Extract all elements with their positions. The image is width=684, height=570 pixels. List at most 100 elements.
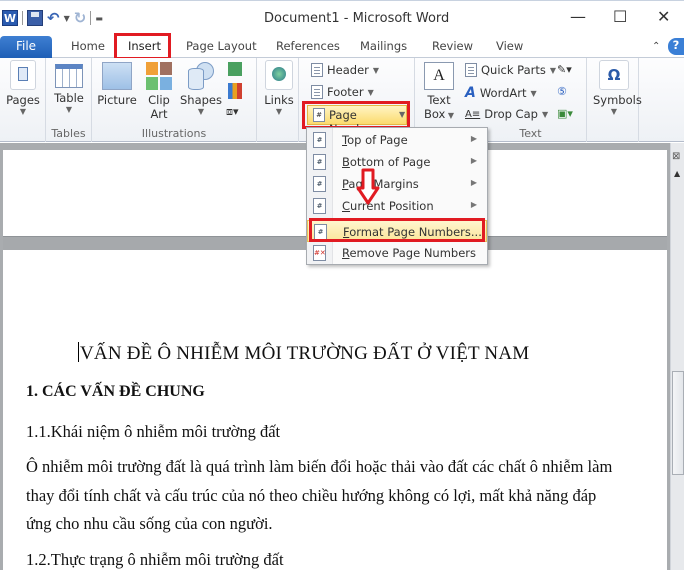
drop-cap-button[interactable]: A≡ Drop Cap ▼ — [465, 107, 548, 121]
tab-file[interactable]: File — [0, 36, 52, 58]
links-button[interactable]: Links ▼ — [261, 60, 297, 116]
chart-icon[interactable] — [228, 83, 242, 99]
clip-art-label-2: Art — [150, 107, 168, 121]
dropdown-arrow-icon: ▼ — [275, 107, 283, 116]
dropdown-arrow-icon: ▼ — [367, 87, 374, 97]
insert-tab-highlight — [114, 33, 171, 60]
menu-item-label: Top of Page — [342, 133, 408, 147]
maximize-button[interactable]: ☐ — [613, 7, 627, 26]
dropdown-arrow-icon: ▼ — [610, 107, 618, 116]
pages-button[interactable]: Pages ▼ — [4, 60, 42, 116]
dropdown-arrow-icon: ▼ — [549, 65, 557, 75]
tab-view[interactable]: View — [496, 39, 523, 53]
symbols-button[interactable]: Ω Symbols ▼ — [593, 60, 642, 116]
pages-label: Pages — [6, 93, 40, 107]
minimize-ribbon-icon[interactable]: ⌃ — [652, 41, 660, 52]
table-label: Table — [54, 91, 84, 105]
menu-item-page-margins[interactable]: # Page Margins ▶ — [307, 173, 487, 195]
menu-item-label: Remove Page Numbers — [342, 246, 477, 260]
menu-item-top-of-page[interactable]: # Top of Page ▶ — [307, 129, 487, 151]
group-label-text: Text — [519, 127, 542, 140]
menu-item-current-position[interactable]: # Current Position ▶ — [307, 195, 487, 217]
pages-icon — [10, 60, 36, 90]
window-title: Document1 - Microsoft Word — [264, 11, 450, 26]
vertical-scrollbar[interactable]: ⊠ ▲ — [670, 143, 684, 570]
object-icon[interactable]: ▣▾ — [557, 107, 573, 120]
customize-qat-icon[interactable]: ▬ — [95, 14, 103, 23]
dropdown-arrow-icon: ▼ — [372, 65, 380, 75]
group-label-tables: Tables — [51, 127, 86, 140]
quick-parts-button[interactable]: Quick Parts ▼ — [465, 63, 556, 77]
tab-review[interactable]: Review — [432, 39, 473, 53]
subheading-1-2: 1.2.Thực trạng ô nhiễm môi trường đất — [26, 550, 284, 569]
save-icon[interactable] — [27, 10, 43, 26]
submenu-arrow-icon: ▶ — [470, 134, 477, 143]
footer-button[interactable]: Footer ▼ — [311, 85, 374, 99]
text-cursor — [78, 342, 79, 362]
close-button[interactable]: ✕ — [657, 7, 670, 26]
wordart-label: WordArt — [479, 86, 527, 100]
undo-icon[interactable]: ↶ — [47, 9, 60, 27]
dropdown-arrow-icon: ▼ — [530, 88, 537, 98]
heading-1: 1. CÁC VẤN ĐỀ CHUNG — [26, 383, 205, 400]
ruler-toggle-icon[interactable]: ⊠ — [672, 151, 680, 162]
group-pages: Pages ▼ — [0, 58, 46, 142]
header-label: Header — [327, 63, 369, 77]
text-box-icon: A — [424, 62, 454, 90]
text-box-label-1: Text — [427, 93, 451, 107]
menu-item-remove-page-numbers[interactable]: #✕ Remove Page Numbers — [307, 242, 487, 264]
clip-art-button[interactable]: Clip Art — [142, 62, 176, 121]
format-page-numbers-highlight — [309, 218, 485, 242]
picture-label: Picture — [97, 93, 137, 107]
drop-cap-icon: A≡ — [465, 108, 481, 120]
quick-parts-icon — [465, 63, 477, 77]
symbols-label: Symbols — [593, 93, 642, 107]
scroll-up-icon[interactable]: ▲ — [674, 169, 680, 178]
shapes-label: Shapes — [180, 93, 223, 107]
group-tables: Table ▼ Tables — [46, 58, 92, 142]
menu-item-bottom-of-page[interactable]: # Bottom of Page ▶ — [307, 151, 487, 173]
scrollbar-thumb[interactable] — [672, 371, 684, 475]
quick-access-toolbar: W ↶ ▼ ↻ ▬ — [2, 9, 103, 27]
header-button[interactable]: Header ▼ — [311, 63, 379, 77]
footer-label: Footer — [327, 85, 364, 99]
undo-dropdown-icon[interactable]: ▼ — [64, 14, 70, 23]
remove-page-numbers-icon: #✕ — [313, 245, 326, 261]
dropdown-arrow-icon: ▼ — [445, 111, 455, 120]
bottom-of-page-icon: # — [313, 154, 326, 170]
tab-mailings[interactable]: Mailings — [360, 39, 407, 53]
title-bar: W ↶ ▼ ↻ ▬ Document1 - Microsoft Word — ☐… — [0, 0, 684, 36]
footer-icon — [311, 85, 323, 99]
group-illustrations: Picture Clip Art Shapes ▼ ⧈▾ Illustratio… — [92, 58, 257, 142]
date-time-icon[interactable]: ⑤ — [557, 85, 567, 98]
subheading-1-1: 1.1.Khái niệm ô nhiễm môi trường đất — [26, 422, 281, 441]
menu-item-label: Page Margins — [342, 177, 419, 191]
wordart-button[interactable]: A WordArt ▼ — [465, 85, 537, 101]
clip-art-label-1: Clip — [148, 93, 170, 107]
screenshot-icon[interactable]: ⧈▾ — [226, 105, 239, 119]
help-icon[interactable]: ? — [668, 38, 684, 55]
picture-button[interactable]: Picture — [97, 62, 137, 107]
ribbon-tabs: File Home Insert Page Layout References … — [0, 36, 684, 58]
annotation-arrow-down-icon — [356, 168, 380, 205]
page-number-menu: # Top of Page ▶ # Bottom of Page ▶ # Pag… — [306, 127, 488, 265]
word-app-icon[interactable]: W — [2, 10, 18, 26]
signature-line-icon[interactable]: ✎▾ — [557, 63, 572, 76]
text-box-button[interactable]: A Text Box ▼ — [421, 62, 457, 121]
tab-home[interactable]: Home — [71, 39, 105, 53]
smartart-icon[interactable] — [228, 62, 242, 76]
menu-item-label: Bottom of Page — [342, 155, 431, 169]
drop-cap-label: Drop Cap — [484, 107, 538, 121]
shapes-button[interactable]: Shapes ▼ — [180, 62, 222, 116]
table-button[interactable]: Table ▼ — [50, 64, 88, 114]
tab-page-layout[interactable]: Page Layout — [186, 39, 257, 53]
picture-icon — [102, 62, 132, 90]
redo-icon[interactable]: ↻ — [74, 9, 87, 27]
wordart-icon: A — [465, 85, 476, 101]
quick-parts-label: Quick Parts — [481, 63, 546, 77]
dropdown-arrow-icon: ▼ — [197, 107, 205, 116]
submenu-arrow-icon: ▶ — [470, 178, 477, 187]
tab-references[interactable]: References — [276, 39, 340, 53]
minimize-button[interactable]: — — [570, 7, 586, 26]
links-label: Links — [264, 93, 294, 107]
